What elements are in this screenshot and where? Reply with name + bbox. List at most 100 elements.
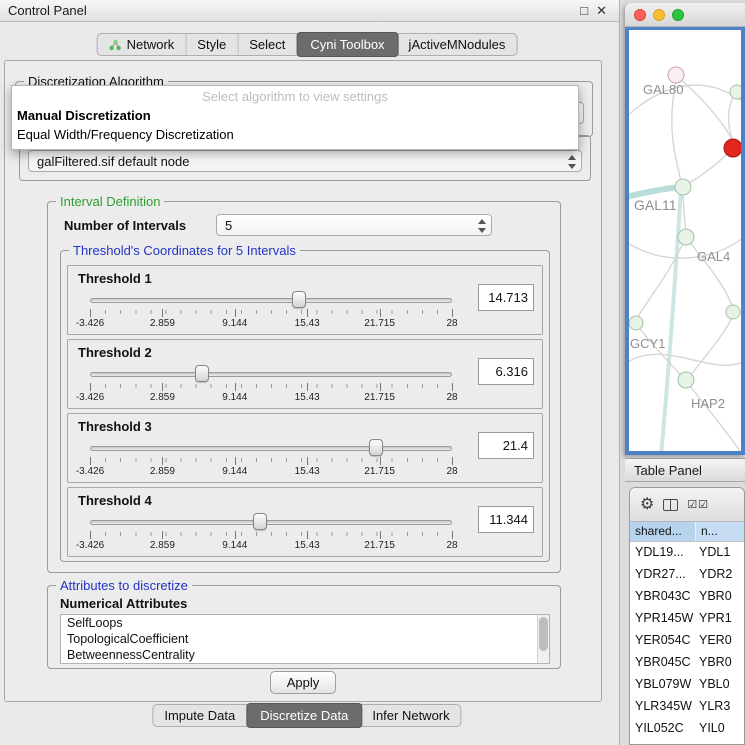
table-data-select[interactable]: galFiltered.sif default node xyxy=(28,150,582,172)
tick-label: 2.859 xyxy=(150,392,175,403)
tab-jactivemnodules[interactable]: jActiveMNodules xyxy=(398,34,517,55)
algorithm-dropdown-popup: Select algorithm to view settings Manual… xyxy=(11,85,579,150)
slider-thumb[interactable] xyxy=(292,291,306,308)
thresholds-group: Threshold's Coordinates for 5 Intervals … xyxy=(60,250,550,562)
gear-icon[interactable]: ⚙ xyxy=(640,497,654,513)
threshold-value-field[interactable]: 6.316 xyxy=(478,358,534,385)
table-panel-header[interactable]: Table Panel xyxy=(625,458,745,482)
slider-track[interactable] xyxy=(90,372,452,377)
threshold-slider-1[interactable]: -3.426 2.859 9.144 15.43 21.715 28 xyxy=(90,290,452,332)
attributes-group-label: Attributes to discretize xyxy=(56,578,192,593)
slider-track[interactable] xyxy=(90,520,452,525)
table-row[interactable]: YBL079W YBL0 xyxy=(630,674,744,696)
list-scrollbar[interactable] xyxy=(537,615,549,663)
tick-label: 28 xyxy=(446,466,457,477)
tab-cyni-toolbox[interactable]: Cyni Toolbox xyxy=(296,32,398,57)
tick-marks xyxy=(90,384,452,388)
zoom-traffic-light-icon[interactable] xyxy=(672,9,684,21)
network-node[interactable] xyxy=(675,179,691,195)
tick-label: 21.715 xyxy=(364,318,395,329)
tab-style[interactable]: Style xyxy=(186,34,238,55)
network-node[interactable] xyxy=(678,229,694,245)
tick-label: 21.715 xyxy=(364,392,395,403)
threshold-slider-4[interactable]: -3.426 2.859 9.144 15.43 21.715 28 xyxy=(90,512,452,554)
tab-select[interactable]: Select xyxy=(238,34,297,55)
stepper-icon xyxy=(478,219,486,233)
tick-label: 28 xyxy=(446,392,457,403)
table-row[interactable]: YER054C YER0 xyxy=(630,630,744,652)
slider-thumb[interactable] xyxy=(253,513,267,530)
tick-label: 2.859 xyxy=(150,466,175,477)
network-view-window: GAL80 GAL11 GAL4 GCY1 HAP2 xyxy=(625,3,745,455)
tick-label: 21.715 xyxy=(364,466,395,477)
threshold-value-field[interactable]: 21.4 xyxy=(478,432,534,459)
tick-marks xyxy=(90,532,452,536)
network-node[interactable] xyxy=(668,67,684,83)
node-label-gcy1: GCY1 xyxy=(630,336,665,351)
network-node-selected[interactable] xyxy=(724,139,741,157)
threshold-value-field[interactable]: 14.713 xyxy=(478,284,534,311)
number-of-intervals-value: 5 xyxy=(225,218,232,233)
network-node[interactable] xyxy=(678,372,694,388)
node-label-gal11: GAL11 xyxy=(634,197,677,213)
tab-impute-data[interactable]: Impute Data xyxy=(153,705,247,726)
control-panel-window: Control Panel □ ✕ Network Style Select xyxy=(0,0,620,745)
threshold-slider-3[interactable]: -3.426 2.859 9.144 15.43 21.715 28 xyxy=(90,438,452,480)
tick-marks xyxy=(90,310,452,314)
table-row[interactable]: YBR043C YBR0 xyxy=(630,586,744,608)
columns-icon[interactable] xyxy=(663,499,678,511)
list-item[interactable]: BetweennessCentrality xyxy=(61,647,549,663)
slider-track[interactable] xyxy=(90,298,452,303)
threshold-label: Threshold 4 xyxy=(78,493,152,508)
slider-thumb[interactable] xyxy=(195,365,209,382)
table-header-row: shared... n... xyxy=(630,522,744,542)
window-title: Control Panel xyxy=(8,3,87,18)
stepper-icon xyxy=(568,155,576,169)
apply-button[interactable]: Apply xyxy=(270,671,336,694)
slider-track[interactable] xyxy=(90,446,452,451)
node-label-hap2: HAP2 xyxy=(691,396,725,411)
network-node[interactable] xyxy=(629,316,643,330)
tick-label: 2.859 xyxy=(150,318,175,329)
control-panel-titlebar: Control Panel □ ✕ xyxy=(0,0,619,22)
network-canvas[interactable]: GAL80 GAL11 GAL4 GCY1 HAP2 xyxy=(625,27,745,455)
table-row[interactable]: YBR045C YBR0 xyxy=(630,652,744,674)
tab-discretize-data[interactable]: Discretize Data xyxy=(246,703,362,728)
number-of-intervals-select[interactable]: 5 xyxy=(216,214,492,236)
node-label-gal80: GAL80 xyxy=(643,82,683,97)
threshold-value-field[interactable]: 11.344 xyxy=(478,506,534,533)
close-icon[interactable]: ✕ xyxy=(592,3,611,19)
threshold-panel-4: Threshold 4 -3.426 2.859 9.144 xyxy=(67,487,543,557)
close-traffic-light-icon[interactable] xyxy=(634,9,646,21)
network-node[interactable] xyxy=(726,305,740,319)
slider-thumb[interactable] xyxy=(369,439,383,456)
threshold-slider-2[interactable]: -3.426 2.859 9.144 15.43 21.715 28 xyxy=(90,364,452,406)
numerical-attributes-label: Numerical Attributes xyxy=(60,596,187,611)
table-row[interactable]: YDL19... YDL1 xyxy=(630,542,744,564)
table-row[interactable]: YLR345W YLR3 xyxy=(630,696,744,718)
tick-label: 9.144 xyxy=(222,318,247,329)
dropdown-option-manual-discretization[interactable]: Manual Discretization xyxy=(12,106,578,125)
tick-label: 28 xyxy=(446,540,457,551)
tick-label: 15.43 xyxy=(295,318,320,329)
column-header-name[interactable]: n... xyxy=(696,522,744,541)
tick-label: 28 xyxy=(446,318,457,329)
numerical-attributes-list[interactable]: SelfLoops TopologicalCoefficient Between… xyxy=(60,614,550,664)
tick-label: 15.43 xyxy=(295,392,320,403)
tick-label: -3.426 xyxy=(76,466,104,477)
tab-infer-network[interactable]: Infer Network xyxy=(361,705,460,726)
minimize-traffic-light-icon[interactable] xyxy=(653,9,665,21)
minimize-icon[interactable]: □ xyxy=(576,3,592,18)
network-node[interactable] xyxy=(730,85,741,99)
column-header-shared-name[interactable]: shared... xyxy=(630,522,696,541)
interval-definition-group: Interval Definition Number of Intervals … xyxy=(47,201,561,573)
list-item[interactable]: SelfLoops xyxy=(61,615,549,631)
checkbox-columns-icon[interactable]: ☑☑ xyxy=(687,498,709,511)
list-item[interactable]: TopologicalCoefficient xyxy=(61,631,549,647)
tab-network[interactable]: Network xyxy=(98,34,187,55)
table-row[interactable]: YDR27... YDR2 xyxy=(630,564,744,586)
table-data-value: galFiltered.sif default node xyxy=(37,154,189,169)
table-row[interactable]: YPR145W YPR1 xyxy=(630,608,744,630)
table-row[interactable]: YIL052C YIL0 xyxy=(630,718,744,740)
dropdown-option-equal-width-frequency[interactable]: Equal Width/Frequency Discretization xyxy=(12,125,578,144)
